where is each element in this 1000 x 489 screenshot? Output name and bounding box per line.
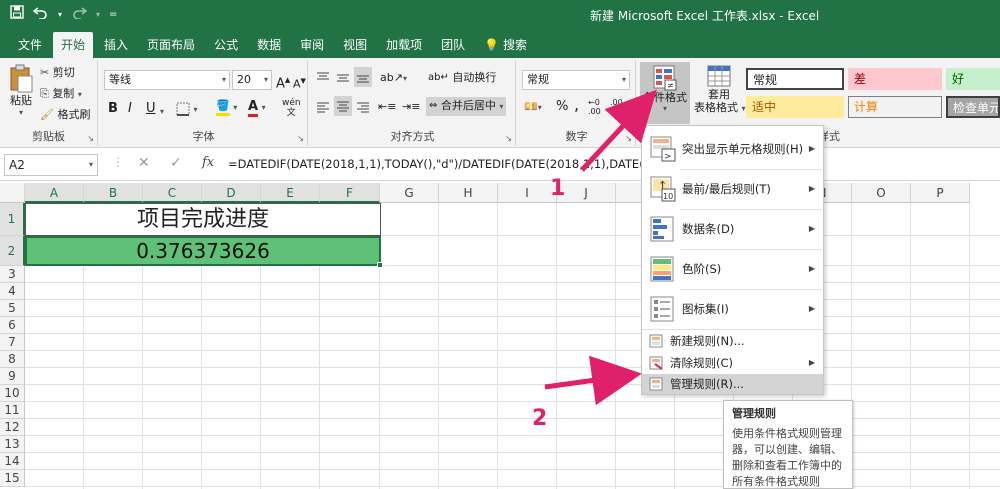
annotation-number-2: 2 — [532, 406, 548, 431]
annotation-number-1: 1 — [550, 176, 566, 201]
annotation-arrow-1 — [580, 89, 657, 172]
annotation-arrow-2 — [544, 355, 642, 406]
annotation-overlay — [544, 89, 657, 406]
